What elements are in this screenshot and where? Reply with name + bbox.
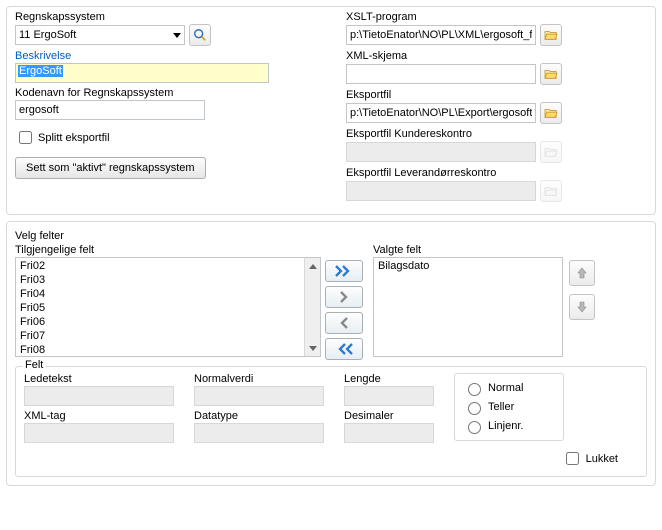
eksport-kunde-input (346, 142, 536, 162)
selected-listbox[interactable]: Bilagsdato (373, 257, 563, 357)
scroll-up-button[interactable] (305, 258, 320, 274)
kodenavn-input[interactable] (15, 100, 205, 120)
available-listbox[interactable]: Fri02Fri03Fri04Fri05Fri06Fri07Fri08 (15, 257, 321, 357)
folder-open-icon (544, 29, 558, 41)
felt-fieldset: Felt Ledetekst Normalverdi Lengde Normal… (15, 366, 647, 477)
folder-open-icon (544, 185, 558, 197)
regnskapssystem-label: Regnskapssystem (15, 11, 316, 23)
beskrivelse-value: ErgoSoft (18, 65, 63, 77)
regnskapssystem-combo[interactable]: 11 ErgoSoft (15, 25, 185, 45)
lukket-checkbox-wrap[interactable]: Lukket (562, 449, 618, 468)
list-item[interactable]: Fri05 (16, 301, 320, 315)
kodenavn-label: Kodenavn for Regnskapssystem (15, 87, 316, 99)
radio-teller-input[interactable] (468, 402, 481, 415)
eksport-kunde-browse-button (540, 141, 562, 163)
xmlskjema-label: XML-skjema (346, 50, 647, 62)
splitt-label: Splitt eksportfil (38, 132, 110, 144)
eksportfil-label: Eksportfil (346, 89, 647, 101)
beskrivelse-input[interactable]: ErgoSoft (15, 63, 269, 83)
chevron-left-icon (338, 317, 350, 329)
system-panel: Regnskapssystem 11 ErgoSoft Beskri (6, 6, 656, 215)
ledetekst-label: Ledetekst (24, 373, 174, 385)
normalverdi-label: Normalverdi (194, 373, 324, 385)
list-item[interactable]: Fri06 (16, 315, 320, 329)
select-fields-panel: Velg felter Tilgjengelige felt Fri02Fri0… (6, 221, 656, 486)
eksport-lev-label: Eksportfil Leverandørreskontro (346, 167, 647, 179)
radio-teller[interactable]: Teller (463, 399, 555, 415)
type-radio-group: Normal Teller Linjenr. (454, 373, 564, 441)
velg-felter-title: Velg felter (15, 230, 647, 242)
xmltag-input (24, 423, 174, 443)
eksport-lev-browse-button (540, 180, 562, 202)
magnifier-icon (193, 28, 207, 42)
xslt-label: XSLT-program (346, 11, 647, 23)
folder-open-icon (544, 146, 558, 158)
eksport-kunde-label: Eksportfil Kundereskontro (346, 128, 647, 140)
datatype-input (194, 423, 324, 443)
remove-button[interactable] (325, 312, 363, 334)
lukket-checkbox[interactable] (566, 452, 579, 465)
xmlskjema-browse-button[interactable] (540, 63, 562, 85)
lengde-input (344, 386, 434, 406)
chevron-down-icon (173, 33, 181, 38)
set-active-button[interactable]: Sett som "aktivt" regnskapssystem (15, 157, 206, 179)
scroll-down-button[interactable] (305, 340, 320, 356)
remove-all-button[interactable] (325, 338, 363, 360)
list-item[interactable]: Bilagsdato (374, 259, 562, 273)
regnskapssystem-value: 11 ErgoSoft (19, 29, 76, 41)
radio-linjenr[interactable]: Linjenr. (463, 418, 555, 434)
xmltag-label: XML-tag (24, 410, 174, 422)
scrollbar[interactable] (304, 258, 320, 356)
splitt-checkbox[interactable] (19, 131, 32, 144)
folder-open-icon (544, 107, 558, 119)
normalverdi-input (194, 386, 324, 406)
desimaler-label: Desimaler (344, 410, 434, 422)
list-item[interactable]: Fri02 (16, 259, 320, 273)
double-chevron-right-icon (335, 265, 353, 277)
radio-normal[interactable]: Normal (463, 380, 555, 396)
move-up-button[interactable] (569, 260, 595, 286)
list-item[interactable]: Fri04 (16, 287, 320, 301)
desimaler-input (344, 423, 434, 443)
valgte-label: Valgte felt (373, 244, 563, 256)
eksportfil-browse-button[interactable] (540, 102, 562, 124)
beskrivelse-label: Beskrivelse (15, 50, 316, 62)
eksport-lev-input (346, 181, 536, 201)
datatype-label: Datatype (194, 410, 324, 422)
add-all-button[interactable] (325, 260, 363, 282)
list-item[interactable]: Fri08 (16, 343, 320, 357)
chevron-right-icon (338, 291, 350, 303)
folder-open-icon (544, 68, 558, 80)
triangle-up-icon (309, 264, 317, 269)
list-item[interactable]: Fri07 (16, 329, 320, 343)
double-chevron-left-icon (335, 343, 353, 355)
right-column: XSLT-program XML-skjema (346, 11, 647, 206)
xmlskjema-input[interactable] (346, 64, 536, 84)
tilgjengelige-label: Tilgjengelige felt (15, 244, 321, 256)
arrow-down-icon (575, 300, 589, 314)
search-button[interactable] (189, 24, 211, 46)
eksportfil-input[interactable] (346, 103, 536, 123)
xslt-input[interactable] (346, 25, 536, 45)
ledetekst-input (24, 386, 174, 406)
left-column: Regnskapssystem 11 ErgoSoft Beskri (15, 11, 316, 206)
lengde-label: Lengde (344, 373, 434, 385)
felt-legend: Felt (22, 359, 46, 371)
move-down-button[interactable] (569, 294, 595, 320)
xslt-browse-button[interactable] (540, 24, 562, 46)
radio-normal-input[interactable] (468, 383, 481, 396)
triangle-down-icon (309, 346, 317, 351)
list-item[interactable]: Fri03 (16, 273, 320, 287)
radio-linjenr-input[interactable] (468, 421, 481, 434)
arrow-up-icon (575, 266, 589, 280)
add-button[interactable] (325, 286, 363, 308)
